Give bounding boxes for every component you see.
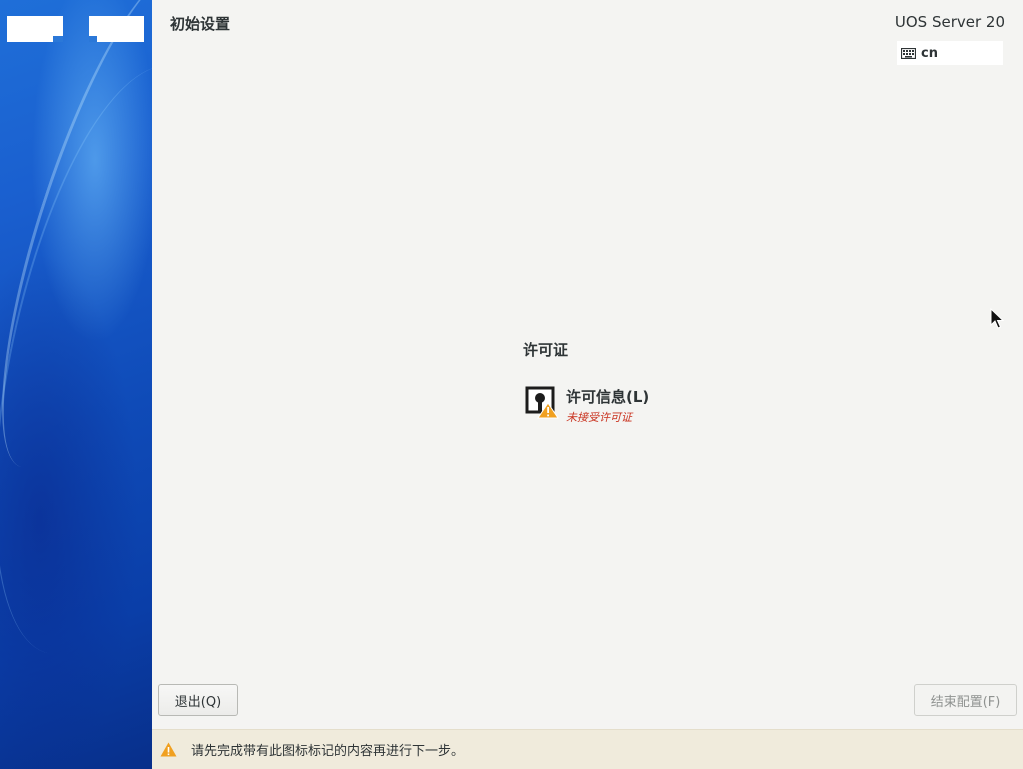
keyboard-layout-indicator[interactable]: cn — [897, 41, 1003, 65]
finish-configuration-button[interactable]: 结束配置(F) — [914, 684, 1017, 716]
license-status: 未接受许可证 — [566, 411, 632, 424]
sidebar — [0, 0, 152, 769]
product-name: UOS Server 20 — [894, 13, 1005, 31]
license-info-title: 许可信息(L) — [566, 388, 650, 406]
warning-text: 请先完成带有此图标标记的内容再进行下一步。 — [191, 744, 465, 759]
page-title: 初始设置 — [170, 15, 231, 33]
mouse-pointer-icon — [990, 308, 1004, 329]
logo-block-right — [89, 16, 144, 42]
logo-block-left — [7, 16, 63, 42]
quit-button[interactable]: 退出(Q) — [158, 684, 238, 716]
license-info-spoke[interactable]: 许可信息(L) 未接受许可证 — [525, 383, 685, 427]
license-warning-icon — [525, 386, 559, 419]
warning-icon — [160, 742, 177, 757]
category-title: 许可证 — [523, 341, 569, 359]
keyboard-icon — [901, 47, 916, 59]
keyboard-layout-label: cn — [921, 45, 938, 61]
warning-bar: 请先完成带有此图标标记的内容再进行下一步。 — [152, 729, 1023, 769]
